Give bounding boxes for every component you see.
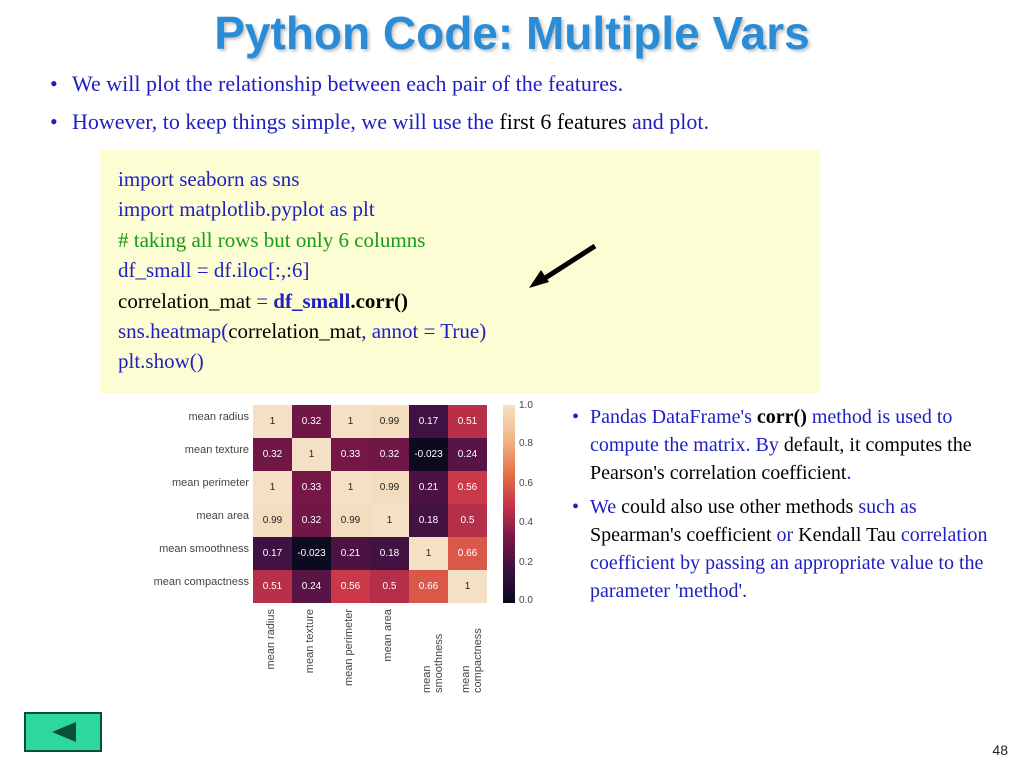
ytick-1: mean texture: [109, 444, 249, 456]
xtick-4: mean smoothness: [421, 609, 445, 693]
code-l6-a: sns.heatmap(: [118, 319, 228, 343]
heatmap-cell: 0.32: [370, 438, 409, 471]
heatmap-cell: 0.66: [409, 570, 448, 603]
code-line-5: correlation_mat = df_small.corr(): [118, 286, 802, 316]
heatmap-cell: 1: [331, 405, 370, 438]
heatmap-cell: 0.24: [292, 570, 331, 603]
code-l6-b: correlation_mat: [228, 319, 361, 343]
page-number: 48: [992, 742, 1008, 758]
ctick-0.0: 0.0: [519, 595, 533, 606]
heatmap-cell: 0.56: [331, 570, 370, 603]
heatmap-cell: 0.51: [253, 570, 292, 603]
code-l5-d: .corr(): [350, 289, 408, 313]
xtick-5: mean compactness: [460, 609, 484, 693]
xtick-3: mean area: [382, 609, 394, 662]
rb2-d: Spearman's coefficient: [590, 524, 777, 546]
ytick-4: mean smoothness: [109, 543, 249, 555]
code-line-6: sns.heatmap(correlation_mat, annot = Tru…: [118, 316, 802, 346]
top-bullets: We will plot the relationship between ea…: [0, 68, 1024, 138]
code-line-4: df_small = df.iloc[:,:6]: [118, 255, 802, 285]
bullet-2-emph: first 6 features: [499, 109, 626, 134]
heatmap-cell: 0.33: [292, 471, 331, 504]
heatmap-cell: 1: [448, 570, 487, 603]
heatmap-cell: 0.21: [409, 471, 448, 504]
heatmap-cell: 0.99: [331, 504, 370, 537]
heatmap-cell: 1: [331, 471, 370, 504]
rb2-f: Kendall Tau: [798, 524, 901, 546]
heatmap-cell: 0.99: [370, 405, 409, 438]
rb2-b: could also use other methods: [621, 496, 853, 518]
heatmap-cell: 0.99: [253, 504, 292, 537]
ytick-2: mean perimeter: [109, 477, 249, 489]
right-bullets: Pandas DataFrame's corr() method is used…: [590, 403, 1000, 611]
bullet-1: We will plot the relationship between ea…: [72, 68, 964, 100]
code-line-2: import matplotlib.pyplot as plt: [118, 194, 802, 224]
heatmap-cell: 0.99: [370, 471, 409, 504]
heatmap-cell: 0.32: [292, 504, 331, 537]
heatmap-cell: -0.023: [292, 537, 331, 570]
code-l6-c: , annot = True): [361, 319, 486, 343]
xtick-2: mean perimeter: [343, 609, 355, 686]
ctick-0.4: 0.4: [519, 517, 533, 528]
bullet-2-part-a: However, to keep things simple, we will …: [72, 109, 499, 134]
ctick-0.2: 0.2: [519, 557, 533, 568]
ctick-1.0: 1.0: [519, 400, 533, 411]
ytick-3: mean area: [109, 510, 249, 522]
code-l5-b: =: [256, 289, 273, 313]
heatmap-cell: 0.66: [448, 537, 487, 570]
heatmap-cell: 0.33: [331, 438, 370, 471]
heatmap-cell: 1: [253, 405, 292, 438]
heatmap-cell: 0.5: [370, 570, 409, 603]
arrow-icon: [525, 242, 605, 290]
heatmap-cell: 0.17: [253, 537, 292, 570]
heatmap-cell: 0.21: [331, 537, 370, 570]
heatmap-cell: 1: [370, 504, 409, 537]
heatmap-chart: mean radius mean texture mean perimeter …: [115, 403, 535, 693]
heatmap-cell: 1: [292, 438, 331, 471]
ctick-0.8: 0.8: [519, 438, 533, 449]
right-bullet-2: We could also use other methods such as …: [590, 493, 1000, 605]
code-l5-a: correlation_mat: [118, 289, 256, 313]
colorbar: [503, 405, 515, 603]
rb2-e: or: [777, 524, 799, 546]
heatmap-cell: 1: [253, 471, 292, 504]
heatmap-cell: 0.24: [448, 438, 487, 471]
code-box: import seaborn as sns import matplotlib.…: [100, 150, 820, 393]
heatmap-cell: 0.5: [448, 504, 487, 537]
heatmap-cell: 0.56: [448, 471, 487, 504]
code-line-1: import seaborn as sns: [118, 164, 802, 194]
heatmap-grid: 10.3210.990.170.510.3210.330.32-0.0230.2…: [253, 405, 487, 603]
rb1-b: corr(): [757, 406, 807, 428]
xtick-0: mean radius: [265, 609, 277, 670]
heatmap-cell: 1: [409, 537, 448, 570]
ctick-0.6: 0.6: [519, 478, 533, 489]
ytick-0: mean radius: [109, 411, 249, 423]
heatmap-cell: 0.17: [409, 405, 448, 438]
heatmap-cell: -0.023: [409, 438, 448, 471]
xtick-1: mean texture: [304, 609, 316, 673]
code-line-3: # taking all rows but only 6 columns: [118, 225, 802, 255]
heatmap-cell: 0.18: [409, 504, 448, 537]
heatmap-cell: 0.18: [370, 537, 409, 570]
rb2-c: such as: [853, 496, 916, 518]
slide-title: Python Code: Multiple Vars: [0, 0, 1024, 68]
code-l5-c: df_small: [273, 289, 350, 313]
right-bullet-1: Pandas DataFrame's corr() method is used…: [590, 403, 1000, 487]
bullet-2: However, to keep things simple, we will …: [72, 106, 964, 138]
heatmap-cell: 0.51: [448, 405, 487, 438]
bullet-2-part-c: and plot.: [626, 109, 709, 134]
heatmap-cell: 0.32: [253, 438, 292, 471]
prev-slide-button[interactable]: [24, 712, 102, 752]
code-line-7: plt.show(): [118, 346, 802, 376]
rb2-a: We: [590, 496, 621, 518]
rb1-e: .: [846, 462, 851, 484]
heatmap-cell: 0.32: [292, 405, 331, 438]
rb1-a: Pandas DataFrame's: [590, 406, 757, 428]
triangle-left-icon: [48, 720, 78, 744]
ytick-5: mean compactness: [109, 576, 249, 588]
